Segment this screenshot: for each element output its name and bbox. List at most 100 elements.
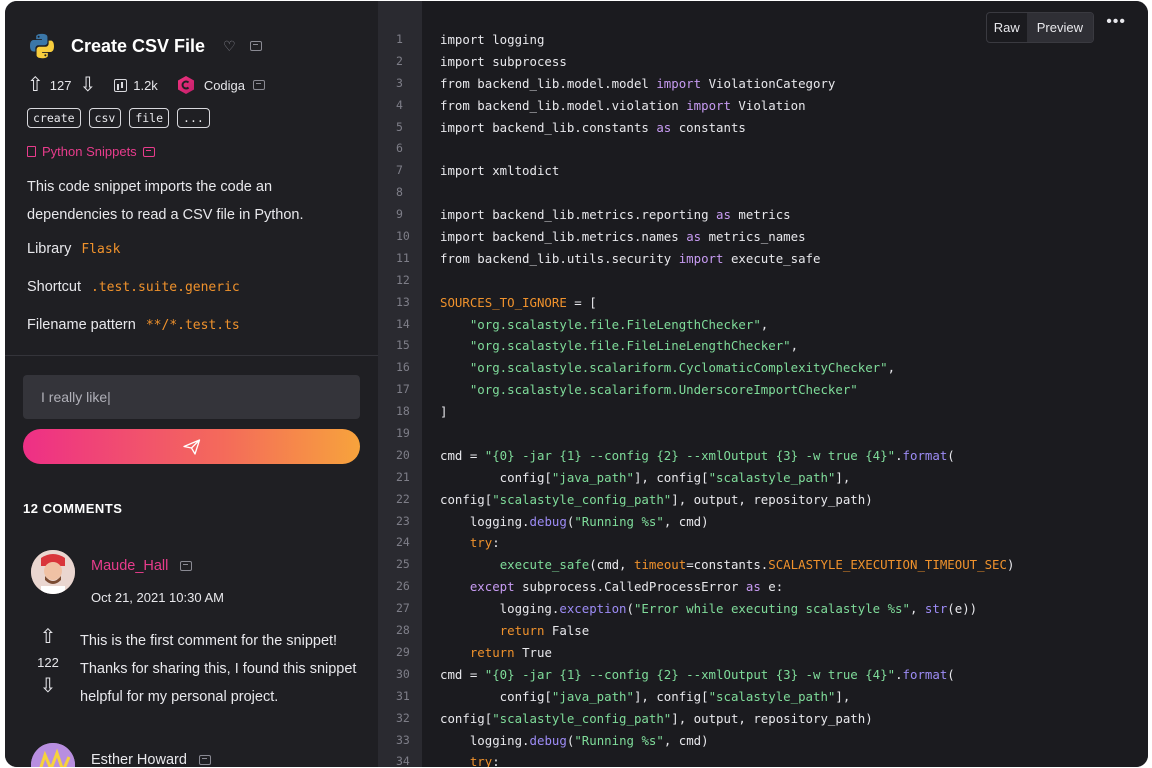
code-line: 17 "org.scalastyle.scalariform.Underscor… bbox=[378, 379, 1014, 401]
code-token: import bbox=[678, 250, 724, 266]
line-number: 17 bbox=[396, 382, 410, 397]
line-content: "org.scalastyle.scalariform.UnderscoreIm… bbox=[422, 379, 858, 401]
favorite-heart-icon[interactable]: ♡ bbox=[223, 38, 236, 55]
shortcut-value: .test.suite.generic bbox=[91, 280, 240, 295]
code-token: "org.scalastyle.scalariform.CyclomaticCo… bbox=[469, 360, 888, 376]
filename-pattern-row: Filename pattern **/*.test.ts bbox=[27, 317, 240, 333]
divider bbox=[5, 355, 378, 356]
line-number: 29 bbox=[396, 644, 410, 659]
tag-file[interactable]: file bbox=[129, 108, 170, 128]
line-number: 10 bbox=[396, 229, 410, 244]
views-chart-icon bbox=[114, 78, 128, 92]
code-line: 9 import backend_lib.metrics.reporting as… bbox=[378, 204, 1014, 226]
comment-downvote-icon[interactable]: ⇩ bbox=[33, 676, 63, 696]
tag-csv[interactable]: csv bbox=[88, 108, 122, 128]
snippet-title: Create CSV File bbox=[71, 35, 206, 56]
line-content: import backend_lib.metrics.names as metr… bbox=[422, 226, 806, 248]
code-line: 4 from backend_lib.model.violation import… bbox=[378, 95, 1014, 117]
code-token: =constants. bbox=[686, 557, 769, 573]
preview-button[interactable]: Preview bbox=[1026, 13, 1093, 42]
code-token: config[ bbox=[440, 469, 552, 485]
code-token: = [ bbox=[566, 294, 597, 310]
comment-author[interactable]: Maude_Hall bbox=[91, 558, 193, 574]
code-token: try bbox=[469, 754, 493, 767]
owner-name[interactable]: Codiga bbox=[204, 78, 245, 93]
code-token: as bbox=[656, 119, 672, 135]
share-icon[interactable] bbox=[249, 41, 262, 51]
code-line: 34 try: bbox=[378, 751, 1014, 767]
line-number: 25 bbox=[396, 557, 410, 572]
code-token: , bbox=[760, 316, 769, 332]
filename-pattern-value: **/*.test.ts bbox=[145, 318, 240, 333]
comment-upvote-icon[interactable]: ⇧ bbox=[33, 627, 63, 647]
line-number: 18 bbox=[396, 404, 410, 419]
line-number: 22 bbox=[396, 491, 410, 506]
filename-pattern-label: Filename pattern bbox=[27, 317, 136, 333]
avatar[interactable] bbox=[31, 550, 75, 594]
line-content: except subprocess.CalledProcessError as … bbox=[422, 576, 783, 598]
line-content: from backend_lib.model.violation import … bbox=[422, 95, 806, 117]
code-token: ], config[ bbox=[633, 469, 709, 485]
more-tags-button[interactable]: ... bbox=[177, 108, 210, 128]
collection-link[interactable]: Python Snippets bbox=[27, 144, 155, 159]
comment-input[interactable]: I really like| bbox=[23, 375, 360, 419]
comment-text: This is the first comment for the snippe… bbox=[80, 633, 357, 705]
code-token: , cmd) bbox=[663, 732, 709, 748]
downvote-arrow-icon[interactable]: ⇩ bbox=[79, 75, 96, 95]
code-token: import bbox=[686, 97, 731, 113]
line-content: "org.scalastyle.file.FileLengthChecker", bbox=[422, 314, 768, 336]
snippet-sidebar: Create CSV File ♡ ⇧ 127 ⇩ 1.2k Codiga cr… bbox=[5, 1, 378, 767]
collection-name: Python Snippets bbox=[42, 144, 137, 159]
code-token: False bbox=[544, 623, 590, 639]
code-token: format bbox=[902, 666, 948, 682]
line-number: 24 bbox=[396, 535, 410, 550]
avatar[interactable] bbox=[31, 743, 75, 767]
code-line: 29 return True bbox=[378, 642, 1014, 664]
code-token: (cmd, bbox=[589, 557, 634, 573]
line-content: try: bbox=[422, 532, 500, 554]
code-token: logging. bbox=[440, 732, 530, 748]
line-number: 7 bbox=[396, 163, 403, 178]
code-token: . bbox=[895, 666, 903, 682]
line-number: 20 bbox=[396, 447, 410, 462]
code-token: str bbox=[924, 601, 948, 617]
code-token: "scalastyle_config_path" bbox=[492, 491, 672, 507]
line-number: 23 bbox=[396, 513, 410, 528]
tag-create[interactable]: create bbox=[27, 108, 81, 128]
upvote-arrow-icon[interactable]: ⇧ bbox=[27, 75, 44, 95]
line-number: 9 bbox=[396, 207, 403, 222]
code-token: , bbox=[909, 601, 925, 617]
code-token: True bbox=[514, 644, 552, 660]
code-token: Violation bbox=[730, 97, 806, 113]
line-content: from backend_lib.utils.security import e… bbox=[422, 248, 820, 270]
code-token: (e)) bbox=[947, 601, 978, 617]
codiga-logo-icon bbox=[177, 76, 194, 94]
avatar-image bbox=[31, 550, 75, 594]
line-number: 33 bbox=[396, 732, 410, 747]
code-token: . bbox=[895, 447, 903, 463]
send-comment-button[interactable] bbox=[23, 429, 360, 464]
code-line: 22 config["scalastyle_config_path"], outp… bbox=[378, 489, 1014, 511]
code-line: 10 import backend_lib.metrics.names as me… bbox=[378, 226, 1014, 248]
code-token: , bbox=[790, 338, 799, 354]
code-token: execute_safe bbox=[499, 557, 590, 573]
line-content: try: bbox=[422, 751, 500, 767]
line-number: 12 bbox=[396, 272, 410, 287]
line-content: cmd = "{0} -jar {1} --config {2} --xmlOu… bbox=[422, 445, 955, 467]
library-value: Flask bbox=[81, 242, 121, 257]
code-token: SOURCES_TO_IGNORE bbox=[440, 294, 567, 310]
line-content: ] bbox=[422, 401, 447, 423]
code-token: "{0} -jar {1} --config {2} --xmlOutput {… bbox=[484, 666, 896, 682]
comment-author-name: Maude_Hall bbox=[91, 558, 169, 574]
line-number: 31 bbox=[396, 688, 410, 703]
owner-link-icon[interactable] bbox=[253, 80, 266, 90]
line-number: 19 bbox=[396, 426, 410, 441]
more-options-icon[interactable]: ••• bbox=[1106, 13, 1126, 31]
comment-author[interactable]: Esther Howard bbox=[91, 752, 211, 767]
code-token: import logging bbox=[440, 32, 545, 47]
stats-row: ⇧ 127 ⇩ 1.2k Codiga bbox=[27, 75, 266, 95]
raw-button[interactable]: Raw bbox=[987, 13, 1027, 42]
